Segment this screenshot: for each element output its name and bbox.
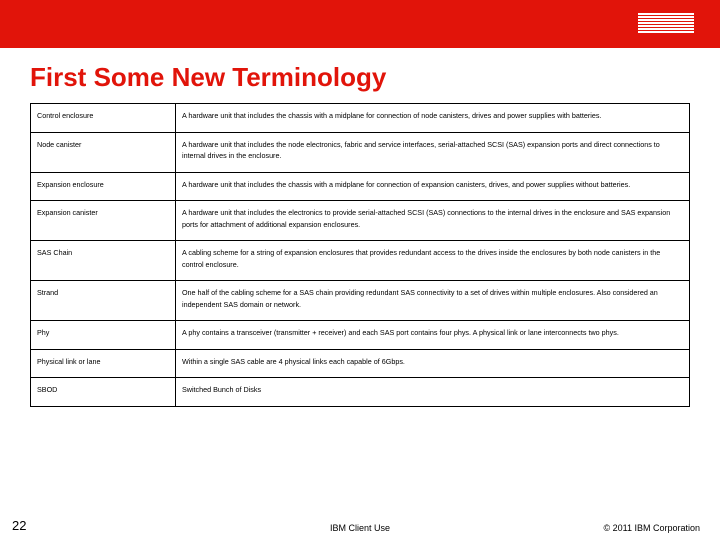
def-cell: A hardware unit that includes the electr… [175,201,689,241]
term-cell: Expansion enclosure [31,172,176,201]
footer-center: IBM Client Use [330,523,390,533]
table-row: Physical link or lane Within a single SA… [31,349,690,378]
term-cell: SBOD [31,378,176,407]
term-cell: Strand [31,281,176,321]
def-cell: A hardware unit that includes the node e… [175,132,689,172]
term-cell: Control enclosure [31,104,176,133]
def-cell: One half of the cabling scheme for a SAS… [175,281,689,321]
slide-title: First Some New Terminology [0,48,720,103]
table-row: Node canister A hardware unit that inclu… [31,132,690,172]
terminology-table: Control enclosure A hardware unit that i… [30,103,690,407]
def-cell: A hardware unit that includes the chassi… [175,104,689,133]
term-cell: Expansion canister [31,201,176,241]
terminology-table-wrap: Control enclosure A hardware unit that i… [0,103,720,407]
table-row: Phy A phy contains a transceiver (transm… [31,321,690,350]
top-bar [0,0,720,48]
term-cell: SAS Chain [31,241,176,281]
page-number: 22 [12,518,26,533]
table-row: SAS Chain A cabling scheme for a string … [31,241,690,281]
table-row: Expansion enclosure A hardware unit that… [31,172,690,201]
def-cell: A hardware unit that includes the chassi… [175,172,689,201]
footer-copyright: © 2011 IBM Corporation [603,523,700,533]
term-cell: Phy [31,321,176,350]
def-cell: Switched Bunch of Disks [175,378,689,407]
term-cell: Node canister [31,132,176,172]
table-row: SBOD Switched Bunch of Disks [31,378,690,407]
table-row: Expansion canister A hardware unit that … [31,201,690,241]
table-row: Strand One half of the cabling scheme fo… [31,281,690,321]
def-cell: A cabling scheme for a string of expansi… [175,241,689,281]
def-cell: A phy contains a transceiver (transmitte… [175,321,689,350]
slide: First Some New Terminology Control enclo… [0,0,720,540]
ibm-logo-icon [638,13,694,35]
term-cell: Physical link or lane [31,349,176,378]
def-cell: Within a single SAS cable are 4 physical… [175,349,689,378]
table-row: Control enclosure A hardware unit that i… [31,104,690,133]
